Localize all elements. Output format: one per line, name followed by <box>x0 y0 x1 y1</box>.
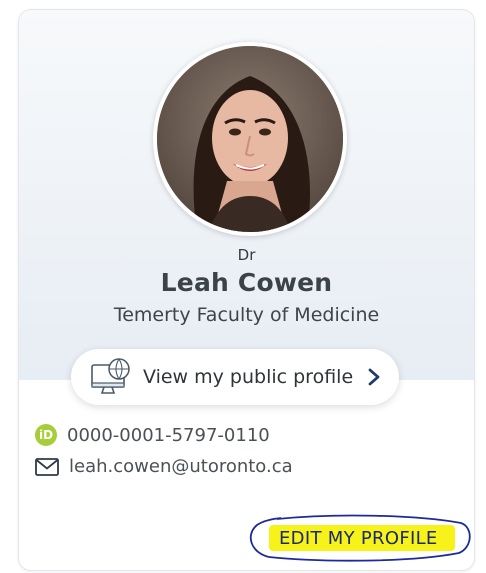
orcid-icon: iD <box>35 424 57 446</box>
email-link[interactable]: leah.cowen@utoronto.ca <box>69 456 293 477</box>
mail-icon <box>35 457 59 476</box>
view-public-profile-label: View my public profile <box>143 366 354 388</box>
orcid-link[interactable]: 0000-0001-5797-0110 <box>67 425 270 446</box>
view-public-profile-button[interactable]: View my public profile <box>71 349 399 405</box>
edit-profile-area: EDIT MY PROFILE <box>247 513 473 563</box>
avatar <box>153 42 347 236</box>
avatar-photo <box>157 46 343 232</box>
monitor-globe-icon <box>91 358 130 394</box>
profile-card: Dr Leah Cowen Temerty Faculty of Medicin… <box>19 10 474 570</box>
profile-faculty: Temerty Faculty of Medicine <box>113 304 380 326</box>
orcid-row: iD 0000-0001-5797-0110 <box>35 424 270 446</box>
email-row: leah.cowen@utoronto.ca <box>35 456 293 477</box>
edit-my-profile-link[interactable]: EDIT MY PROFILE <box>279 528 438 549</box>
profile-title-prefix: Dr <box>237 246 256 264</box>
profile-name: Leah Cowen <box>160 268 333 297</box>
chevron-right-icon <box>368 368 380 386</box>
